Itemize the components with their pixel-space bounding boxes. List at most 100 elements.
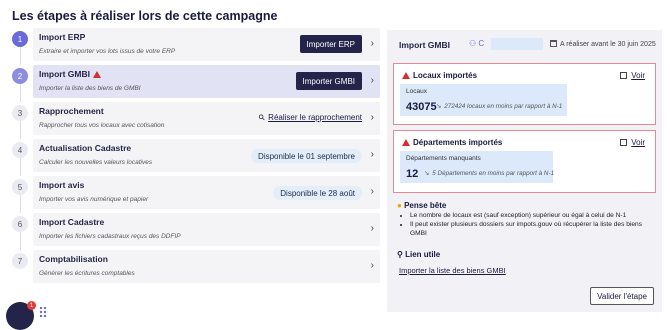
stat-value: 43075 (406, 101, 437, 113)
step-detail-panel: Import GMBI ⚇ C A réaliser avant le 30 j… (387, 30, 662, 312)
step-subtitle: Importer vos avis numérique et papier (39, 196, 149, 203)
step-title: Import Cadastre (39, 217, 105, 227)
step-title: Comptabilisation (39, 254, 108, 264)
external-link-icon (620, 139, 628, 146)
step-subtitle: Générer les écritures comptables (39, 270, 135, 277)
chevron-right-icon[interactable]: › (371, 113, 374, 123)
voir-label: Voir (631, 138, 645, 147)
step-card[interactable]: Import avis Importer vos avis numérique … (33, 176, 380, 209)
step-number: 4 (12, 142, 28, 158)
step-title: Import ERP (39, 32, 86, 42)
availability-badge: Disponible le 28 août (273, 186, 362, 200)
step-connector (19, 84, 21, 102)
step-import-gmbi[interactable]: 2 Import GMBI Importer la liste des bien… (8, 65, 380, 102)
list-item: Le nombre de locaux est (sauf exception)… (410, 211, 654, 220)
step-connector (19, 195, 21, 213)
arrow-down-right-icon: ↘ (424, 170, 430, 177)
step-subtitle: Rapprocher tous vos locaux avec cotisati… (39, 122, 165, 129)
pense-bete-list: Le nombre de locaux est (sauf exception)… (404, 211, 654, 238)
warning-icon (402, 139, 410, 146)
step-number: 3 (12, 105, 28, 121)
page-title: Les étapes à réaliser lors de cette camp… (12, 9, 278, 23)
availability-badge: Disponible le 01 septembre (251, 149, 362, 163)
steps-list: 1 Import ERP Extraire et importer vos lo… (8, 28, 380, 287)
step-card[interactable]: Import Cadastre Importer les fichiers ca… (33, 213, 380, 246)
step-card[interactable]: Import GMBI Importer la liste des biens … (33, 65, 380, 98)
step-number: 5 (12, 179, 28, 195)
stat-label: Locaux (406, 88, 427, 95)
step-card[interactable]: Rapprochement Rapprocher tous vos locaux… (33, 102, 380, 135)
stat-comparison-text: 5 Départements en moins par rapport à N-… (432, 170, 555, 177)
import-gmbi-list-link[interactable]: Importer la liste des biens GMBI (399, 266, 506, 275)
step-comptabilisation[interactable]: 7 Comptabilisation Générer les écritures… (8, 250, 380, 287)
notification-badge: 1 (27, 301, 36, 310)
step-import-avis[interactable]: 5 Import avis Importer vos avis numériqu… (8, 176, 380, 213)
step-subtitle: Extraire et importer vos lots issus de v… (39, 48, 176, 55)
stat-label: Départements manquants (406, 155, 481, 162)
chevron-right-icon[interactable]: › (371, 76, 374, 86)
warning-icon (93, 71, 101, 78)
locaux-card: Locaux importés Voir Locaux 43075 ↘ 27242… (393, 63, 656, 125)
rapprochement-link[interactable]: ⚲Réaliser le rapprochement (256, 112, 362, 123)
step-connector (19, 121, 21, 139)
step-card[interactable]: Comptabilisation Générer les écritures c… (33, 250, 380, 283)
step-card[interactable]: Import ERP Extraire et importer vos lots… (33, 28, 380, 61)
pense-bete-label: Pense bête (404, 201, 447, 210)
step-connector (19, 47, 21, 65)
step-card[interactable]: Actualisation Cadastre Calculer les nouv… (33, 139, 380, 172)
step-title: Import GMBI (39, 69, 90, 79)
voir-label: Voir (631, 71, 645, 80)
locaux-title-label: Locaux importés (413, 71, 478, 80)
step-subtitle: Calculer les nouvelles valeurs locatives (39, 159, 153, 166)
import-erp-button[interactable]: Importer ERP (299, 35, 362, 53)
voir-departements-link[interactable]: Voir (620, 138, 645, 147)
locaux-title: Locaux importés (402, 71, 477, 80)
lien-utile-title: ⚲ Lien utile (397, 250, 440, 259)
users-icon: ⚇ (469, 39, 477, 48)
lightbulb-icon: ● (397, 201, 402, 210)
departements-card: Départements importés Voir Départements … (393, 130, 656, 193)
step-title-wrap: Import GMBI (39, 69, 101, 79)
step-import-erp[interactable]: 1 Import ERP Extraire et importer vos lo… (8, 28, 380, 65)
step-actualisation-cadastre[interactable]: 4 Actualisation Cadastre Calculer les no… (8, 139, 380, 176)
voir-locaux-link[interactable]: Voir (620, 71, 645, 80)
departements-stat: Départements manquants 12 ↘ 5 Département… (400, 151, 554, 183)
calendar-icon (550, 40, 557, 47)
step-title: Rapprochement (39, 106, 104, 116)
due-date: A réaliser avant le 30 juin 2025 (550, 40, 656, 48)
step-subtitle: Importer les fichiers cadastraux reçus d… (39, 233, 181, 240)
locaux-stat: Locaux 43075 ↘ 272424 locaux en moins par… (400, 84, 567, 116)
assignee-initial: C (478, 39, 485, 48)
link-icon: ⚲ (256, 112, 268, 123)
external-link-icon (620, 72, 628, 79)
assignee-name-redacted (491, 38, 543, 50)
magnifier-icon: ⚲ (397, 250, 403, 259)
apps-grid-icon[interactable] (39, 306, 47, 318)
step-number: 6 (12, 216, 28, 232)
list-item: Il peut exister plusieurs dossiers sur i… (410, 220, 654, 238)
step-number: 2 (12, 68, 28, 84)
stat-comparison: ↘ 272424 locaux en moins par rapport à N-… (436, 103, 562, 110)
step-title: Import avis (39, 180, 85, 190)
import-gmbi-button[interactable]: Importer GMBI (295, 72, 362, 90)
chevron-right-icon[interactable]: › (371, 187, 374, 197)
rapprochement-label: Réaliser le rapprochement (268, 113, 362, 122)
step-connector (19, 158, 21, 176)
step-number: 7 (12, 253, 28, 269)
chevron-right-icon[interactable]: › (371, 261, 374, 271)
stat-value: 12 (406, 168, 419, 180)
pense-bete-title: ● Pense bête (397, 201, 446, 210)
assignee[interactable]: ⚇ C (469, 39, 484, 48)
lien-utile-label: Lien utile (405, 250, 441, 259)
step-subtitle: Importer la liste des biens de GMBI (39, 85, 141, 92)
warning-icon (402, 72, 410, 79)
validate-step-button[interactable]: Valider l'étape (590, 287, 654, 305)
step-import-cadastre[interactable]: 6 Import Cadastre Importer les fichiers … (8, 213, 380, 250)
arrow-down-right-icon: ↘ (436, 103, 442, 110)
chevron-right-icon[interactable]: › (371, 224, 374, 234)
chevron-right-icon[interactable]: › (371, 150, 374, 160)
chevron-right-icon[interactable]: › (371, 39, 374, 49)
stat-comparison-text: 272424 locaux en moins par rapport à N-1 (444, 103, 563, 110)
stat-comparison: ↘ 5 Départements en moins par rapport à N… (424, 170, 554, 177)
step-rapprochement[interactable]: 3 Rapprochement Rapprocher tous vos loca… (8, 102, 380, 139)
